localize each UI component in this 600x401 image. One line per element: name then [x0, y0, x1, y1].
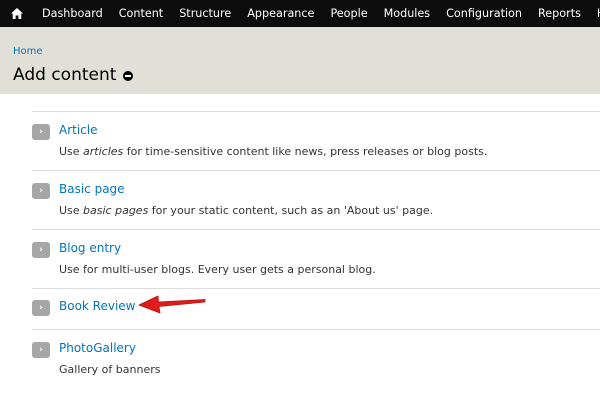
admin-toolbar: Dashboard Content Structure Appearance P…: [0, 0, 600, 27]
content-type-link-blog-entry[interactable]: Blog entry: [59, 241, 121, 255]
chevron-right-icon[interactable]: ›: [32, 242, 50, 258]
list-item-photogallery: › PhotoGallery Gallery of banners: [32, 329, 600, 388]
toolbar-item-content[interactable]: Content: [111, 0, 172, 27]
chevron-right-icon[interactable]: ›: [32, 342, 50, 358]
chevron-right-icon[interactable]: ›: [32, 300, 50, 316]
toolbar-item-help[interactable]: Help: [589, 0, 600, 27]
content-type-description: Use articles for time-sensitive content …: [59, 145, 488, 158]
content-type-description: Gallery of banners: [59, 363, 161, 376]
page-title: Add content: [13, 65, 117, 85]
list-item-article: › Article Use articles for time-sensitiv…: [32, 111, 600, 170]
content-type-link-book-review[interactable]: Book Review: [59, 299, 136, 313]
remove-shortcut-icon[interactable]: [123, 71, 133, 81]
list-item-book-review: › Book Review: [32, 288, 600, 329]
toolbar-item-structure[interactable]: Structure: [171, 0, 239, 27]
toolbar-item-appearance[interactable]: Appearance: [239, 0, 322, 27]
red-arrow-annotation-icon: [138, 295, 206, 314]
content-type-description: Use basic pages for your static content,…: [59, 204, 434, 217]
toolbar-item-modules[interactable]: Modules: [376, 0, 439, 27]
home-icon[interactable]: [0, 0, 34, 27]
toolbar-item-dashboard[interactable]: Dashboard: [34, 0, 111, 27]
page-header: Home Add content: [0, 27, 600, 94]
toolbar-item-people[interactable]: People: [322, 0, 375, 27]
toolbar-item-reports[interactable]: Reports: [530, 0, 589, 27]
content-type-list: › Article Use articles for time-sensitiv…: [32, 111, 600, 388]
chevron-right-icon[interactable]: ›: [32, 183, 50, 199]
content-type-link-article[interactable]: Article: [59, 123, 98, 137]
chevron-right-icon[interactable]: ›: [32, 124, 50, 140]
toolbar-menu: Dashboard Content Structure Appearance P…: [34, 0, 600, 27]
list-item-basic-page: › Basic page Use basic pages for your st…: [32, 170, 600, 229]
content-type-description: Use for multi-user blogs. Every user get…: [59, 263, 376, 276]
toolbar-item-configuration[interactable]: Configuration: [438, 0, 530, 27]
content-type-link-basic-page[interactable]: Basic page: [59, 182, 125, 196]
breadcrumb-home[interactable]: Home: [13, 46, 43, 57]
content-type-link-photogallery[interactable]: PhotoGallery: [59, 341, 136, 355]
list-item-blog-entry: › Blog entry Use for multi-user blogs. E…: [32, 229, 600, 288]
